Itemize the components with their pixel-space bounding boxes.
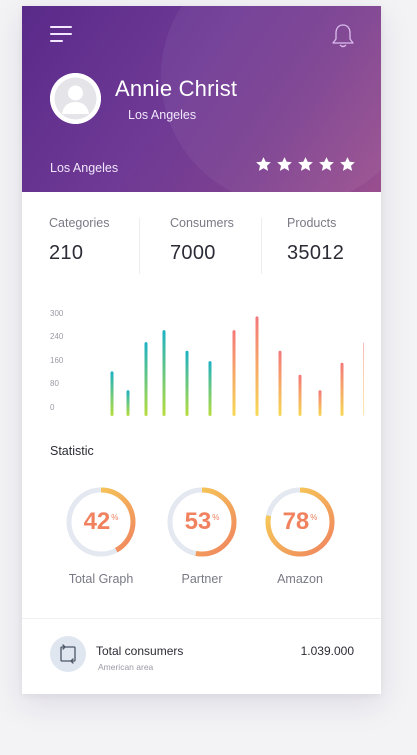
chart-bar	[255, 316, 259, 416]
chart-bar	[340, 362, 344, 416]
donut-unit: %	[212, 512, 220, 522]
profile-location: Los Angeles	[128, 108, 197, 122]
donut-value: 42%	[65, 486, 137, 558]
chart-bar	[144, 342, 148, 416]
donut-label: Amazon	[277, 572, 323, 586]
bar-chart: 300 240 160 80 0	[44, 304, 364, 416]
chart-bar	[298, 374, 302, 416]
stat-value: 210	[49, 242, 84, 264]
profile-name: Annie Christ	[115, 76, 238, 101]
divider	[22, 618, 381, 619]
stat-value: 7000	[170, 242, 216, 264]
chart-bar	[232, 330, 236, 416]
star-icon	[340, 157, 355, 171]
chart-bar	[185, 350, 189, 416]
chart-bar	[110, 371, 114, 416]
stat-label: Consumers	[170, 216, 234, 230]
donut-chart: 42%	[65, 486, 137, 558]
donut-unit: %	[111, 512, 119, 522]
donut-value: 53%	[166, 486, 238, 558]
stat-categories: Categories 210	[49, 216, 159, 265]
donut-percent: 42	[83, 508, 111, 535]
stat-value: 35012	[287, 242, 345, 264]
chart-bar	[162, 330, 166, 416]
user-avatar-icon	[50, 73, 101, 124]
rating-stars	[255, 156, 356, 174]
stat-divider	[261, 218, 262, 274]
stat-divider	[139, 218, 140, 274]
profile-header: Annie Christ Los Angeles Los Angeles	[22, 6, 381, 192]
statistic-title: Statistic	[50, 444, 94, 458]
star-icon	[277, 157, 292, 171]
menu-icon[interactable]	[50, 26, 72, 42]
star-icon	[319, 157, 334, 171]
footer-value: 1.039.000	[300, 644, 354, 658]
repeat-glyph	[60, 644, 76, 664]
repeat-icon[interactable]	[50, 636, 86, 672]
donut-chart: 78%	[264, 486, 336, 558]
chart-bar	[126, 390, 130, 416]
stat-products: Products 35012	[287, 216, 397, 265]
donut-label: Partner	[181, 572, 223, 586]
footer-title: Total consumers	[96, 644, 184, 658]
profile-card: Annie Christ Los Angeles Los Angeles Cat…	[22, 6, 381, 694]
donut-chart: 53%	[166, 486, 238, 558]
stat-consumers: Consumers 7000	[170, 216, 280, 265]
donut-label: Total Graph	[68, 572, 134, 586]
chart-bar	[278, 350, 282, 416]
donut-unit: %	[310, 512, 318, 522]
chart-bar	[208, 361, 212, 416]
star-icon	[298, 157, 313, 171]
donut-value: 78%	[264, 486, 336, 558]
footer-subtitle: American area	[98, 662, 154, 672]
chart-canvas	[110, 316, 364, 416]
avatar[interactable]	[50, 73, 101, 124]
star-icon	[256, 157, 271, 171]
chart-bar	[318, 390, 322, 416]
profile-location-secondary: Los Angeles	[50, 161, 119, 175]
donut-percent: 53	[184, 508, 212, 535]
bell-icon[interactable]	[330, 22, 356, 50]
chart-bar	[363, 342, 364, 416]
stat-label: Categories	[49, 216, 110, 230]
stat-label: Products	[287, 216, 337, 230]
donut-percent: 78	[282, 508, 310, 535]
